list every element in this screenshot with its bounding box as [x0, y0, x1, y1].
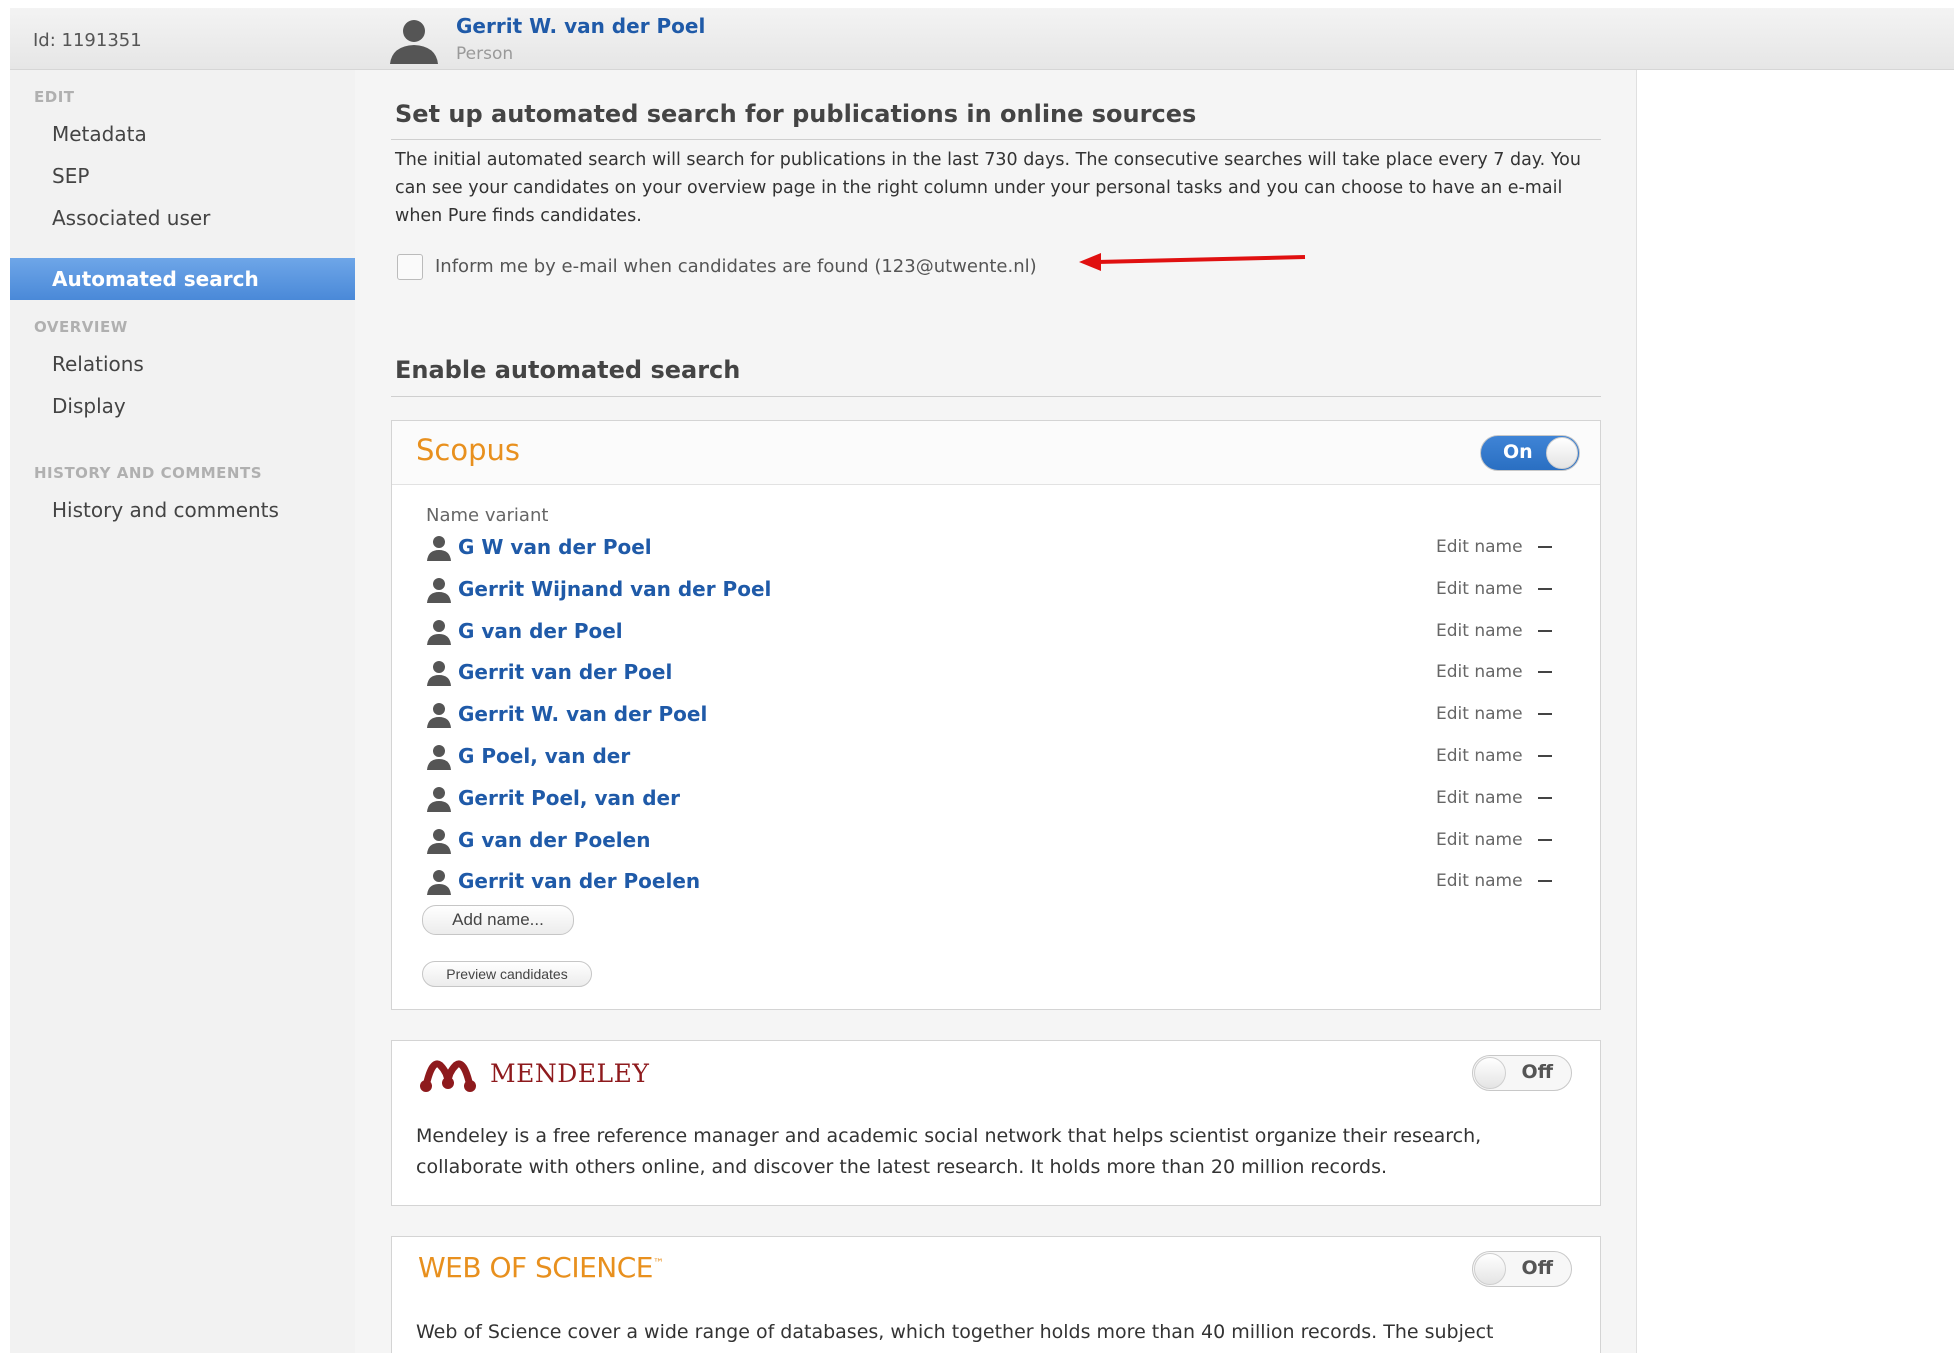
remove-name-icon[interactable]: [1538, 713, 1552, 716]
mendeley-description: Mendeley is a free reference manager and…: [416, 1125, 1482, 1178]
annotation-arrow-icon: [1079, 253, 1306, 271]
person-icon: [427, 661, 451, 687]
name-variant-row: G van der Poelen Edit name: [426, 826, 1576, 858]
edit-name-link[interactable]: Edit name: [1436, 746, 1523, 766]
wos-logo-text: WEB OF SCIENCE: [418, 1251, 654, 1284]
person-type: Person: [456, 44, 514, 64]
mendeley-toggle[interactable]: Off: [1472, 1055, 1572, 1091]
name-variant-row: G van der Poel Edit name: [426, 617, 1576, 649]
toggle-label: Off: [1521, 1257, 1553, 1279]
remove-name-icon[interactable]: [1538, 838, 1552, 841]
edit-name-link[interactable]: Edit name: [1436, 662, 1523, 682]
mendeley-card-header: MENDELEY Off: [392, 1041, 1600, 1105]
name-variant-row: Gerrit W. van der Poel Edit name: [426, 700, 1576, 732]
person-icon: [427, 828, 451, 854]
name-variant-row: Gerrit van der Poelen Edit name: [426, 867, 1576, 899]
name-variant-link[interactable]: G Poel, van der: [458, 744, 630, 768]
wos-logo: WEB OF SCIENCE™: [418, 1251, 664, 1284]
name-variant-link[interactable]: Gerrit van der Poelen: [458, 869, 700, 893]
setup-description: The initial automated search will search…: [395, 150, 1581, 226]
sidebar-item-history-and-comments[interactable]: History and comments: [52, 498, 279, 522]
person-icon: [427, 536, 451, 561]
scopus-toggle[interactable]: On: [1480, 435, 1580, 471]
inform-email-checkbox[interactable]: [397, 254, 423, 280]
record-header: Id: 1191351 Gerrit W. van der Poel Perso…: [10, 8, 1954, 70]
mendeley-logo-text: MENDELEY: [490, 1059, 650, 1088]
toggle-knob: [1474, 1057, 1506, 1089]
mendeley-card: MENDELEY Off Mendeley is a free referenc…: [391, 1040, 1601, 1206]
name-variant-link[interactable]: G van der Poelen: [458, 828, 650, 852]
remove-name-icon[interactable]: [1538, 546, 1552, 548]
edit-name-link[interactable]: Edit name: [1436, 579, 1523, 599]
sidebar-heading-edit: EDIT: [34, 88, 75, 106]
name-variant-row: G Poel, van der Edit name: [426, 742, 1576, 774]
person-name-link[interactable]: Gerrit W. van der Poel: [456, 14, 705, 38]
sidebar-item-automated-search[interactable]: Automated search: [10, 258, 369, 300]
name-variant-row: Gerrit Wijnand van der Poel Edit name: [426, 575, 1576, 607]
sidebar-item-sep[interactable]: SEP: [52, 164, 89, 188]
remove-name-icon[interactable]: [1538, 880, 1552, 883]
toggle-label: On: [1503, 441, 1533, 463]
remove-name-icon[interactable]: [1538, 587, 1552, 590]
scopus-card-header: Scopus On: [392, 421, 1600, 485]
name-variant-link[interactable]: Gerrit Wijnand van der Poel: [458, 577, 771, 601]
name-variant-row: Gerrit Poel, van der Edit name: [426, 784, 1576, 816]
toggle-label: Off: [1521, 1061, 1553, 1083]
name-variant-heading: Name variant: [426, 505, 549, 526]
sidebar-item-metadata[interactable]: Metadata: [52, 122, 147, 146]
enable-section-title: Enable automated search: [395, 356, 741, 384]
wos-card-header: WEB OF SCIENCE™ Off: [392, 1237, 1600, 1301]
main-panel: Set up automated search for publications…: [355, 70, 1637, 1353]
trademark-mark: ™: [653, 1256, 664, 1270]
name-variant-link[interactable]: G W van der Poel: [458, 535, 652, 559]
wos-description: Web of Science cover a wide range of dat…: [416, 1321, 1494, 1343]
sidebar-heading-history: HISTORY AND COMMENTS: [34, 464, 263, 482]
wos-toggle[interactable]: Off: [1472, 1251, 1572, 1287]
name-variant-row: Gerrit van der Poel Edit name: [426, 658, 1576, 690]
sidebar: EDIT Metadata SEP Associated user Automa…: [10, 70, 369, 1353]
edit-name-link[interactable]: Edit name: [1436, 788, 1523, 808]
sidebar-item-relations[interactable]: Relations: [52, 352, 144, 376]
person-icon: [390, 20, 438, 64]
remove-name-icon[interactable]: [1538, 796, 1552, 799]
edit-name-link[interactable]: Edit name: [1436, 704, 1523, 724]
name-variant-link[interactable]: Gerrit van der Poel: [458, 660, 672, 684]
divider: [391, 396, 1601, 397]
scopus-card: Scopus On Name variant G W van der Poel E…: [391, 420, 1601, 1010]
preview-candidates-button[interactable]: Preview candidates: [422, 961, 592, 987]
toggle-knob: [1474, 1253, 1506, 1285]
person-icon: [427, 786, 451, 812]
sidebar-item-label: Automated search: [52, 267, 259, 291]
edit-name-link[interactable]: Edit name: [1436, 830, 1523, 850]
setup-section-title: Set up automated search for publications…: [395, 100, 1197, 128]
remove-name-icon[interactable]: [1538, 629, 1552, 632]
sidebar-heading-overview: OVERVIEW: [34, 318, 128, 336]
person-icon: [427, 703, 451, 729]
person-icon: [427, 577, 451, 603]
record-id: Id: 1191351: [33, 30, 142, 51]
divider: [391, 139, 1601, 140]
mendeley-logo-icon: [420, 1060, 476, 1092]
remove-name-icon[interactable]: [1538, 671, 1552, 674]
remove-name-icon[interactable]: [1538, 755, 1552, 757]
name-variant-row: G W van der Poel Edit name: [426, 533, 1576, 565]
name-variant-link[interactable]: Gerrit Poel, van der: [458, 786, 680, 810]
person-icon: [427, 870, 451, 896]
name-variant-link[interactable]: G van der Poel: [458, 619, 623, 643]
edit-name-link[interactable]: Edit name: [1436, 871, 1523, 891]
name-variant-link[interactable]: Gerrit W. van der Poel: [458, 702, 707, 726]
person-icon: [427, 745, 451, 770]
edit-name-link[interactable]: Edit name: [1436, 621, 1523, 641]
toggle-knob: [1546, 437, 1578, 469]
wos-card: WEB OF SCIENCE™ Off Web of Science cover…: [391, 1236, 1601, 1353]
inform-email-label: Inform me by e-mail when candidates are …: [435, 256, 1037, 277]
add-name-button[interactable]: Add name...: [422, 905, 574, 935]
person-icon: [427, 619, 451, 645]
edit-name-link[interactable]: Edit name: [1436, 537, 1523, 557]
sidebar-item-display[interactable]: Display: [52, 394, 126, 418]
sidebar-item-associated-user[interactable]: Associated user: [52, 206, 210, 230]
scopus-logo: Scopus: [416, 433, 520, 467]
